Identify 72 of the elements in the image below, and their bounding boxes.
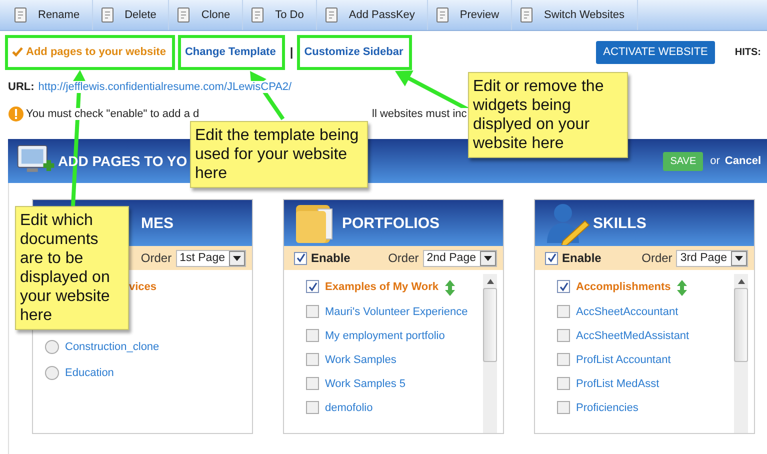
item-checkbox[interactable] — [306, 353, 319, 366]
page-item-link[interactable]: AccSheetAccountant — [576, 305, 726, 320]
item-checkbox[interactable] — [557, 377, 570, 390]
link-divider: | — [290, 45, 294, 59]
order-dropdown[interactable]: 1st Page — [176, 250, 246, 266]
page-item-link[interactable]: Construction_clone — [65, 340, 160, 355]
item-checkbox[interactable] — [557, 305, 570, 318]
enable-label: Enable — [562, 251, 602, 265]
toolbar-button[interactable]: Switch Websites — [512, 0, 638, 30]
item-checkbox[interactable] — [306, 401, 319, 414]
toolbar-button[interactable]: Preview — [428, 0, 512, 30]
url-link[interactable]: http://jefflewis.confidentialresume.com/JLewisCPA2/ — [38, 81, 292, 93]
item-checkbox[interactable] — [557, 329, 570, 342]
url-label: URL: — [8, 81, 34, 93]
toolbar-button[interactable]: Delete — [92, 0, 170, 30]
page-item-link[interactable]: AccSheetMedAssistant — [576, 329, 726, 344]
page-item-link[interactable]: Education — [65, 366, 114, 381]
page-link[interactable]: Add pages to your website — [12, 46, 166, 58]
toolbar-button[interactable]: Add PassKey — [316, 0, 428, 30]
item-checkbox[interactable] — [306, 329, 319, 342]
panel-title: MES — [141, 214, 174, 232]
page-item-link[interactable]: vices — [129, 280, 157, 295]
panel-title: SKILLS — [593, 214, 646, 232]
item-checkbox[interactable] — [306, 377, 319, 390]
radio-button[interactable] — [45, 366, 59, 380]
order-label: Order — [388, 251, 419, 265]
item-checkbox[interactable] — [557, 280, 570, 293]
page-item-link[interactable]: ProfList Accountant — [576, 353, 726, 368]
item-checkbox[interactable] — [557, 353, 570, 366]
up-down-arrow-icon[interactable] — [444, 280, 454, 296]
order-dropdown[interactable]: 3rd Page — [676, 250, 748, 266]
panel-title: PORTFOLIOS — [342, 214, 440, 232]
page-item-link[interactable]: My employment portfolio — [325, 329, 475, 344]
page-link[interactable]: Change Template — [184, 46, 276, 58]
check-icon — [12, 47, 23, 57]
or-text: or — [710, 155, 720, 167]
enable-checkbox[interactable] — [545, 252, 558, 264]
scroll-up-icon[interactable] — [486, 279, 494, 284]
activate-website-button[interactable]: ACTIVATE WEBSITE — [596, 40, 715, 64]
scroll-up-icon[interactable] — [738, 279, 744, 284]
toolbar-button[interactable]: Rename — [6, 0, 93, 30]
page-item-link[interactable]: Accomplishments — [576, 280, 671, 295]
item-checkbox[interactable] — [306, 305, 319, 318]
toolbar-button[interactable]: Clone — [169, 0, 244, 30]
page-item-link[interactable]: Examples of My Work — [325, 280, 438, 295]
warning-icon — [8, 106, 24, 122]
page-item-link[interactable]: demofolio — [325, 401, 475, 416]
cancel-link[interactable]: Cancel — [724, 155, 761, 167]
page-link[interactable]: Customize Sidebar — [304, 46, 404, 58]
enable-label: Enable — [311, 251, 350, 265]
page-item-link[interactable]: Proficiencies — [576, 401, 726, 416]
annotation-tooltip: Edit which documents are to be displayed on your website here — [15, 206, 129, 330]
order-label: Order — [642, 251, 672, 265]
enable-checkbox[interactable] — [294, 252, 307, 264]
page-item-link[interactable]: Mauri's Volunteer Experience — [325, 305, 475, 320]
annotation-tooltip: Edit or remove the widgets being displyed on your website here — [468, 72, 628, 158]
scrollbar[interactable] — [734, 274, 748, 433]
annotation-tooltip: Edit the template being used for your website here — [190, 121, 368, 188]
toolbar-button[interactable]: To Do — [243, 0, 317, 30]
order-dropdown[interactable]: 2nd Page — [422, 250, 497, 266]
item-checkbox[interactable] — [306, 280, 319, 293]
radio-button[interactable] — [45, 340, 59, 354]
page-item-link[interactable]: ProfList MedAsst — [576, 377, 726, 392]
notice-text: You must check "enable" to add a d — [26, 108, 200, 120]
scrollbar[interactable] — [483, 274, 497, 433]
order-label: Order — [140, 251, 172, 265]
item-checkbox[interactable] — [557, 401, 570, 414]
page-item-link[interactable]: Work Samples — [325, 353, 475, 368]
save-button[interactable]: SAVE — [663, 152, 704, 170]
page-item-link[interactable]: Work Samples 5 — [325, 377, 475, 392]
up-down-arrow-icon[interactable] — [676, 280, 687, 296]
hits-label: HITS: — [734, 46, 761, 58]
